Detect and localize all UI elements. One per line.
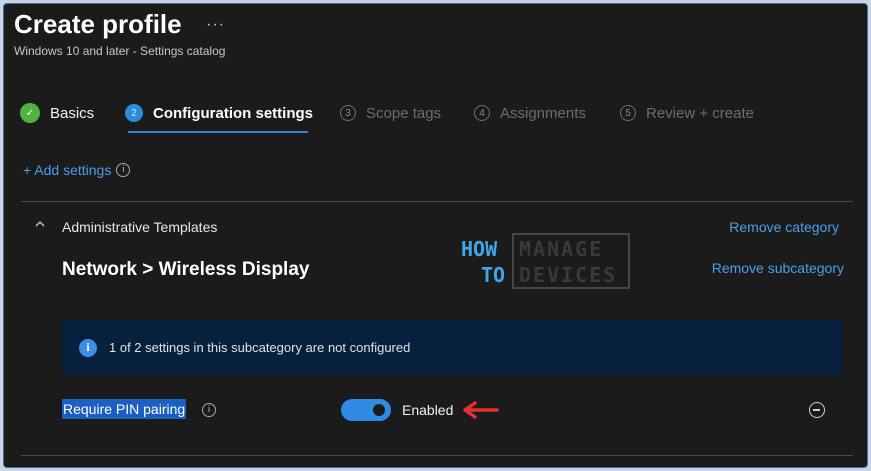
subcategory-title: Network > Wireless Display — [62, 259, 310, 280]
step-configuration-settings[interactable]: 2 Configuration settings — [125, 101, 313, 125]
step-label: Assignments — [500, 104, 586, 122]
step-label: Review + create — [646, 104, 754, 122]
setting-label-require-pin-pairing: Require PIN pairing — [62, 399, 187, 419]
page-subtitle: Windows 10 and later - Settings catalog — [14, 44, 226, 58]
logo-text: DEVICES — [519, 263, 617, 287]
remove-setting-icon[interactable] — [809, 402, 825, 418]
remove-subcategory-link[interactable]: Remove subcategory — [712, 260, 844, 276]
chevron-up-icon[interactable] — [35, 219, 45, 229]
info-banner-text: 1 of 2 settings in this subcategory are … — [109, 340, 411, 355]
info-icon[interactable]: i — [202, 403, 216, 417]
page-title: Create profile — [14, 9, 182, 39]
checkmark-icon: ✓ — [20, 103, 40, 123]
step-number: 2 — [125, 104, 143, 122]
remove-category-link[interactable]: Remove category — [729, 219, 839, 235]
divider — [21, 455, 853, 456]
step-assignments[interactable]: 4 Assignments — [474, 101, 586, 125]
logo-text: MANAGE — [519, 237, 603, 261]
require-pin-pairing-toggle[interactable] — [341, 399, 391, 421]
step-basics[interactable]: ✓ Basics — [20, 101, 94, 125]
logo-text: TO — [481, 263, 505, 287]
more-options-icon[interactable]: ··· — [206, 16, 225, 34]
active-step-underline — [128, 131, 308, 133]
add-settings-label: + Add settings — [23, 162, 112, 178]
info-icon[interactable]: i — [116, 163, 131, 177]
info-banner: i 1 of 2 settings in this subcategory ar… — [62, 320, 842, 375]
category-title: Administrative Templates — [62, 219, 218, 235]
info-icon: i — [79, 338, 97, 357]
how-to-manage-devices-logo: HOW TO MANAGE DEVICES — [461, 233, 630, 289]
step-number: 5 — [620, 105, 636, 121]
logo-text: HOW — [461, 237, 498, 261]
step-label: Basics — [50, 104, 95, 122]
toggle-state-label: Enabled — [402, 402, 454, 418]
red-arrow-icon — [463, 401, 499, 419]
toggle-knob — [373, 404, 385, 416]
step-scope-tags[interactable]: 3 Scope tags — [340, 101, 441, 125]
create-profile-window: Create profile ··· Windows 10 and later … — [3, 3, 868, 468]
step-label: Configuration settings — [153, 104, 313, 122]
step-review-create[interactable]: 5 Review + create — [620, 101, 754, 125]
step-number: 3 — [340, 105, 356, 121]
step-label: Scope tags — [366, 104, 442, 122]
category-panel: Administrative Templates Remove category… — [21, 201, 853, 467]
add-settings-link[interactable]: + Add settings i — [23, 162, 131, 178]
step-number: 4 — [474, 105, 490, 121]
